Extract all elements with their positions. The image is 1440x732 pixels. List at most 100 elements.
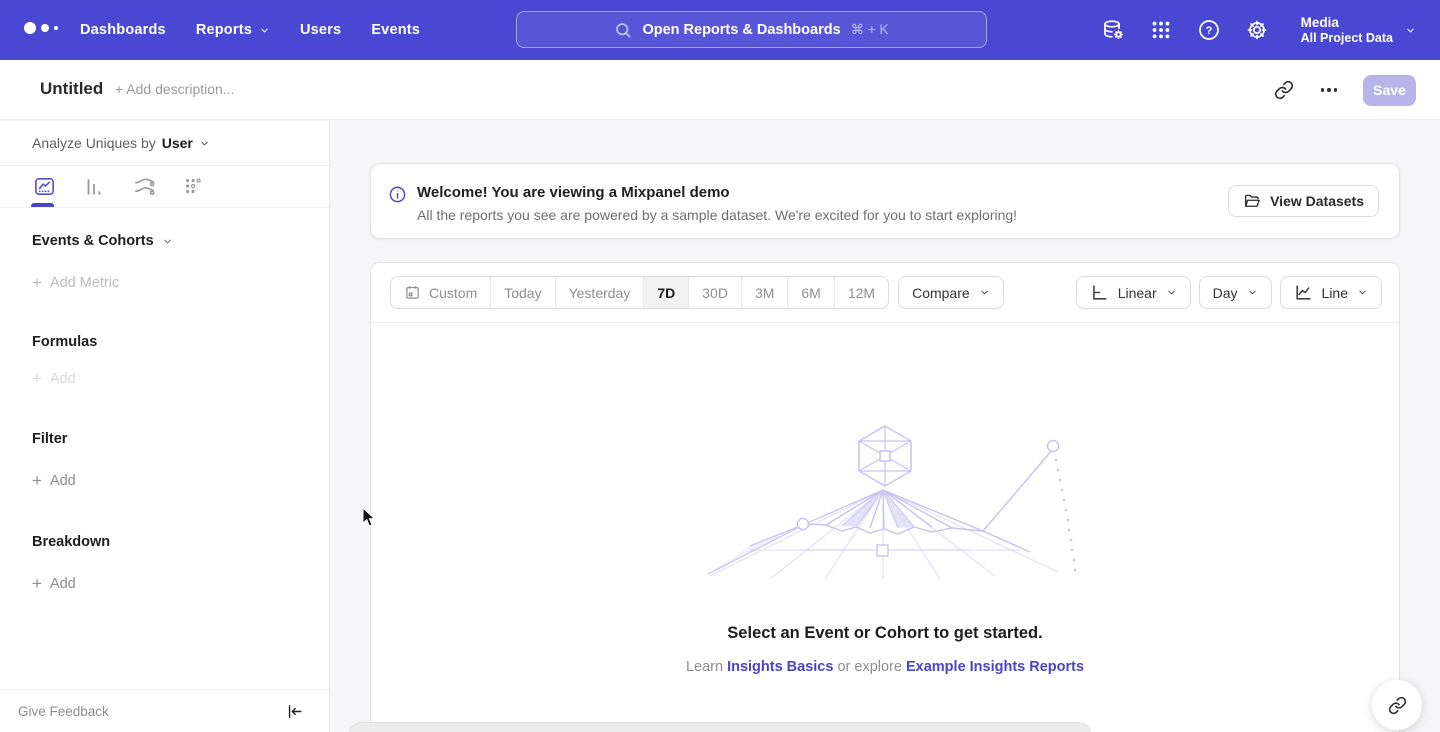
banner-title: Welcome! You are viewing a Mixpanel demo	[417, 184, 730, 201]
add-metric-button[interactable]: + Add Metric	[0, 275, 329, 291]
events-cohorts-section[interactable]: Events & Cohorts	[0, 233, 329, 249]
analyze-label: Analyze Uniques by	[32, 135, 156, 151]
add-filter-label: Add	[50, 473, 76, 489]
range-today[interactable]: Today	[490, 277, 554, 308]
chevron-down-icon	[1405, 25, 1416, 36]
formulas-section-title: Formulas	[0, 334, 329, 350]
help-icon[interactable]: ?	[1197, 18, 1221, 42]
query-sidebar: Analyze Uniques by User Events & Cohorts…	[0, 121, 330, 732]
tab-flows-icon[interactable]	[132, 175, 156, 199]
nav-users[interactable]: Users	[300, 22, 341, 38]
scale-selector[interactable]: Linear	[1076, 276, 1191, 309]
save-button[interactable]: Save	[1363, 75, 1416, 106]
settings-gear-icon[interactable]	[1245, 18, 1269, 42]
navbar-right: ? Media All Project Data	[1101, 0, 1416, 60]
nav-reports[interactable]: Reports	[196, 22, 270, 38]
range-7d[interactable]: 7D	[643, 277, 688, 308]
welcome-banner: Welcome! You are viewing a Mixpanel demo…	[370, 163, 1400, 239]
line-chart-icon	[1294, 283, 1313, 302]
report-actions: Save	[1273, 60, 1417, 120]
chevron-down-icon	[162, 236, 173, 247]
apps-grid-icon[interactable]	[1149, 18, 1173, 42]
range-6m[interactable]: 6M	[787, 277, 833, 308]
analyze-value: User	[162, 135, 193, 151]
plus-icon: +	[32, 577, 42, 591]
view-datasets-button[interactable]: View Datasets	[1228, 185, 1379, 217]
info-icon	[388, 185, 407, 204]
nav-users-label: Users	[300, 22, 341, 38]
mixpanel-logo-icon[interactable]	[24, 22, 58, 34]
range-30d[interactable]: 30D	[688, 277, 741, 308]
insights-basics-link[interactable]: Insights Basics	[727, 659, 833, 675]
collapse-sidebar-icon[interactable]	[286, 703, 303, 720]
calendar-icon	[404, 284, 421, 301]
empty-state-illustration	[690, 424, 1080, 579]
chevron-down-icon	[259, 25, 270, 36]
analyze-value-dropdown[interactable]: User	[162, 135, 210, 151]
tab-retention-icon[interactable]	[182, 175, 206, 199]
give-feedback-link[interactable]: Give Feedback	[18, 704, 109, 719]
data-management-icon[interactable]	[1101, 18, 1125, 42]
add-metric-label: Add Metric	[50, 275, 119, 291]
project-name: Media	[1301, 14, 1393, 31]
tab-bar-chart-icon[interactable]	[82, 175, 106, 199]
events-cohorts-title: Events & Cohorts	[32, 233, 154, 249]
bottom-panel-edge[interactable]	[348, 722, 1092, 732]
date-range-picker: Custom Today Yesterday 7D 30D 3M 6M 12M	[390, 276, 889, 309]
insights-report-card: Custom Today Yesterday 7D 30D 3M 6M 12M …	[370, 262, 1400, 732]
range-yesterday[interactable]: Yesterday	[555, 277, 644, 308]
top-navbar: Dashboards Reports Users Events Open Rep…	[0, 0, 1440, 60]
add-formula-button: + Add	[0, 371, 329, 387]
report-header: Untitled + Add description... Save	[0, 60, 1440, 120]
filter-section-title: Filter	[0, 431, 329, 447]
tab-insights-chart-icon[interactable]	[32, 175, 56, 199]
compare-button[interactable]: Compare	[898, 276, 1004, 309]
add-breakdown-label: Add	[50, 576, 76, 592]
visualization-tabs	[0, 166, 329, 208]
more-options-icon[interactable]	[1317, 84, 1342, 96]
banner-body: All the reports you see are powered by a…	[417, 207, 1017, 223]
empty-state-subtitle: Learn Insights Basics or explore Example…	[686, 659, 1084, 675]
selected-tab-indicator	[31, 203, 54, 207]
chart-controls: Custom Today Yesterday 7D 30D 3M 6M 12M …	[371, 263, 1399, 323]
search-shortcut: ⌘ + K	[851, 22, 889, 38]
plus-icon: +	[32, 276, 42, 290]
interval-selector[interactable]: Day	[1199, 276, 1272, 309]
chart-display-controls: Linear Day Line	[1076, 276, 1382, 309]
range-3m[interactable]: 3M	[741, 277, 787, 308]
project-scope: All Project Data	[1301, 31, 1393, 46]
copy-link-icon[interactable]	[1273, 79, 1295, 101]
folder-icon	[1243, 192, 1261, 210]
nav-events-label: Events	[371, 22, 420, 38]
nav-dashboards[interactable]: Dashboards	[80, 22, 166, 38]
plus-icon: +	[32, 474, 42, 488]
analyze-row: Analyze Uniques by User	[0, 121, 329, 166]
primary-nav: Dashboards Reports Users Events	[80, 0, 420, 60]
search-icon	[614, 21, 632, 39]
nav-dashboards-label: Dashboards	[80, 22, 166, 38]
chevron-down-icon	[1247, 287, 1258, 298]
add-breakdown-button[interactable]: + Add	[0, 576, 329, 592]
empty-state: Select an Event or Cohort to get started…	[371, 324, 1399, 675]
linear-axis-icon	[1090, 283, 1109, 302]
chevron-down-icon	[1166, 287, 1177, 298]
range-custom[interactable]: Custom	[391, 277, 490, 308]
chevron-down-icon	[1357, 287, 1368, 298]
breakdown-section-title: Breakdown	[0, 534, 329, 550]
project-switcher[interactable]: Media All Project Data	[1301, 14, 1416, 46]
add-filter-button[interactable]: + Add	[0, 473, 329, 489]
link-icon	[1388, 696, 1407, 715]
report-description-placeholder[interactable]: + Add description...	[115, 81, 234, 97]
view-datasets-label: View Datasets	[1270, 193, 1364, 209]
svg-text:?: ?	[1205, 25, 1212, 37]
empty-state-title: Select an Event or Cohort to get started…	[727, 624, 1042, 643]
chevron-down-icon	[199, 138, 210, 149]
share-link-fab[interactable]	[1372, 680, 1422, 730]
range-12m[interactable]: 12M	[834, 277, 888, 308]
plus-icon: +	[32, 372, 42, 386]
nav-events[interactable]: Events	[371, 22, 420, 38]
global-search[interactable]: Open Reports & Dashboards ⌘ + K	[516, 11, 987, 48]
chart-type-selector[interactable]: Line	[1280, 276, 1382, 309]
report-title[interactable]: Untitled	[40, 79, 103, 99]
example-insights-reports-link[interactable]: Example Insights Reports	[906, 659, 1084, 675]
